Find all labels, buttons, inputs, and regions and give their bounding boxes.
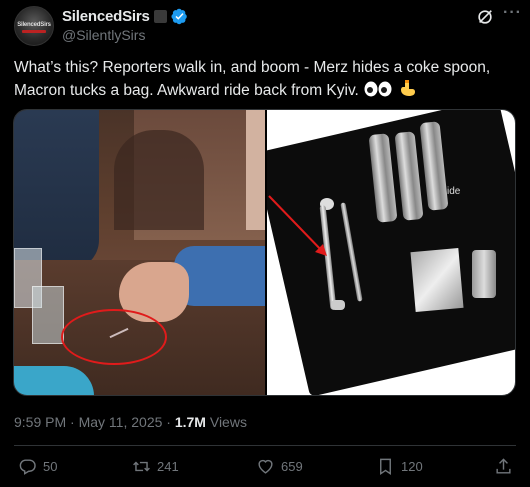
avatar-bar [22,30,46,33]
author-name-row: SilencedSirs [62,6,188,26]
handle[interactable]: @SilentlySirs [62,27,145,43]
photo-label-text: ide [447,186,461,197]
tweet-date[interactable]: May 11, 2025 [79,414,163,430]
photo-person-right [246,110,265,230]
avatar[interactable]: SilencedSirs [14,6,54,46]
photo-grinder [472,250,496,298]
avatar-text: SilencedSirs [17,22,51,28]
tweet-text-line1: What’s this? Reporters walk in, and boom… [14,59,491,76]
red-circle-highlight [61,309,167,365]
media-photo-right[interactable]: ide [267,110,515,395]
tweet-text-line2: Macron tucks a bag. Awkward ride back fr… [14,82,359,99]
grok-icon[interactable] [476,8,494,26]
repost-count: 241 [157,458,179,474]
pointing-down-emoji-icon [400,80,415,96]
views-label: Views [209,414,247,430]
divider [14,445,516,446]
tweet[interactable]: SilencedSirs SilencedSirs @SilentlySirs … [0,0,530,487]
bookmark-button[interactable]: 120 [376,456,423,476]
like-button[interactable]: 659 [256,456,303,476]
meta-separator: · [70,414,75,430]
media-grid[interactable]: ide [13,109,516,396]
photo-razor-blade [410,248,464,312]
like-count: 659 [281,458,303,474]
reply-icon [19,458,36,475]
bookmark-icon [380,458,391,475]
tweet-meta: 9:59 PM · May 11, 2025 · 1.7M Views [14,414,247,430]
share-button[interactable] [494,456,513,476]
repost-icon [133,461,150,471]
views-count: 1.7M [174,414,206,430]
share-icon [496,457,511,474]
tweet-text: What’s this? Reporters walk in, and boom… [14,57,516,102]
reply-button[interactable]: 50 [18,456,57,476]
photo-spoon-end [331,300,345,310]
reply-count: 50 [43,458,58,474]
photo-glass [32,286,64,344]
display-name[interactable]: SilencedSirs [62,8,150,25]
verified-badge-icon [171,8,187,24]
bookmark-count: 120 [401,458,423,474]
flag-icon [153,9,167,23]
photo-shelf [114,130,204,230]
tweet-time[interactable]: 9:59 PM [14,414,66,430]
eyes-emoji-icon [364,81,392,97]
meta-separator: · [166,414,171,430]
photo-sleeve-left [14,110,99,270]
media-photo-left[interactable] [14,110,265,395]
more-icon[interactable]: ··· [503,5,521,25]
heart-icon [258,459,273,474]
repost-button[interactable]: 241 [132,456,179,476]
red-arrow-icon [268,195,327,256]
